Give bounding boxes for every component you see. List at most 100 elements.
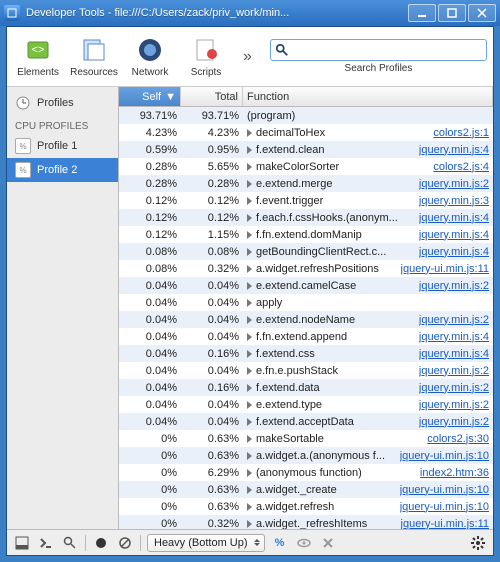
tab-network[interactable]: Network <box>125 35 175 78</box>
source-link[interactable]: jquery.min.js:4 <box>419 229 489 241</box>
table-row[interactable]: 0%0.63%a.widget.a.(anonymous f...jquery-… <box>119 447 493 464</box>
search-input[interactable] <box>293 44 482 56</box>
table-row[interactable]: 0.28%0.28%e.extend.mergejquery.min.js:2 <box>119 175 493 192</box>
source-link[interactable]: jquery-ui.min.js:11 <box>401 263 489 275</box>
source-link[interactable]: jquery.min.js:4 <box>419 212 489 224</box>
table-row[interactable]: 0.28%5.65%makeColorSortercolors2.js:4 <box>119 158 493 175</box>
table-body[interactable]: 93.71%93.71%(program)4.23%4.23%decimalTo… <box>119 107 493 529</box>
table-row[interactable]: 0.04%0.04%e.extend.typejquery.min.js:2 <box>119 396 493 413</box>
record-button[interactable] <box>92 534 110 552</box>
focus-button[interactable] <box>295 534 313 552</box>
table-row[interactable]: 0%0.63%a.widget.refreshjquery-ui.min.js:… <box>119 498 493 515</box>
expand-icon[interactable] <box>247 350 252 358</box>
table-row[interactable]: 0.04%0.04%e.extend.nodeNamejquery.min.js… <box>119 311 493 328</box>
tab-resources[interactable]: Resources <box>69 35 119 78</box>
source-link[interactable]: jquery.min.js:2 <box>419 399 489 411</box>
minimize-button[interactable] <box>408 4 436 22</box>
table-row[interactable]: 0.04%0.04%apply <box>119 294 493 311</box>
percent-toggle-button[interactable]: % <box>271 534 289 552</box>
source-link[interactable]: jquery.min.js:2 <box>419 314 489 326</box>
source-link[interactable]: colors2.js:30 <box>427 433 489 445</box>
column-header-function[interactable]: Function <box>243 87 493 106</box>
expand-icon[interactable] <box>247 435 252 443</box>
dock-button[interactable] <box>13 534 31 552</box>
expand-icon[interactable] <box>247 418 252 426</box>
expand-icon[interactable] <box>247 520 252 528</box>
view-select[interactable]: Heavy (Bottom Up) <box>147 534 265 552</box>
source-link[interactable]: jquery.min.js:2 <box>419 382 489 394</box>
table-row[interactable]: 0%6.29%(anonymous function)index2.htm:36 <box>119 464 493 481</box>
expand-icon[interactable] <box>247 401 252 409</box>
tab-elements[interactable]: <> Elements <box>13 35 63 78</box>
more-tabs-button[interactable]: » <box>237 48 258 66</box>
expand-icon[interactable] <box>247 163 252 171</box>
expand-icon[interactable] <box>247 146 252 154</box>
source-link[interactable]: jquery.min.js:2 <box>419 416 489 428</box>
sort-indicator-icon: ▼ <box>165 91 176 103</box>
source-link[interactable]: jquery-ui.min.js:10 <box>400 484 489 496</box>
expand-icon[interactable] <box>247 299 252 307</box>
expand-icon[interactable] <box>247 282 252 290</box>
expand-icon[interactable] <box>247 265 252 273</box>
expand-icon[interactable] <box>247 197 252 205</box>
maximize-button[interactable] <box>438 4 466 22</box>
expand-icon[interactable] <box>247 214 252 222</box>
source-link[interactable]: jquery.min.js:4 <box>419 144 489 156</box>
source-link[interactable]: jquery.min.js:3 <box>419 195 489 207</box>
source-link[interactable]: jquery-ui.min.js:11 <box>401 518 489 530</box>
expand-icon[interactable] <box>247 316 252 324</box>
table-row[interactable]: 0.04%0.16%f.extend.cssjquery.min.js:4 <box>119 345 493 362</box>
column-header-total[interactable]: Total <box>181 87 243 106</box>
table-row[interactable]: 0%0.63%a.widget._createjquery-ui.min.js:… <box>119 481 493 498</box>
expand-icon[interactable] <box>247 333 252 341</box>
source-link[interactable]: jquery.min.js:2 <box>419 365 489 377</box>
table-row[interactable]: 0.04%0.16%f.extend.datajquery.min.js:2 <box>119 379 493 396</box>
source-link[interactable]: index2.htm:36 <box>420 467 489 479</box>
expand-icon[interactable] <box>247 129 252 137</box>
expand-icon[interactable] <box>247 367 252 375</box>
source-link[interactable]: jquery.min.js:2 <box>419 178 489 190</box>
search-box[interactable] <box>270 39 487 61</box>
sidebar-profiles-header[interactable]: Profiles <box>7 91 118 115</box>
expand-icon[interactable] <box>247 452 252 460</box>
column-header-self[interactable]: Self▼ <box>119 87 181 106</box>
sidebar-item-profile-1[interactable]: % Profile 1 <box>7 134 118 158</box>
tab-scripts[interactable]: Scripts <box>181 35 231 78</box>
table-row[interactable]: 0.08%0.32%a.widget.refreshPositionsjquer… <box>119 260 493 277</box>
table-row[interactable]: 0%0.63%makeSortablecolors2.js:30 <box>119 430 493 447</box>
clear-button[interactable] <box>116 534 134 552</box>
table-row[interactable]: 4.23%4.23%decimalToHexcolors2.js:1 <box>119 124 493 141</box>
table-row[interactable]: 0.08%0.08%getBoundingClientRect.c...jque… <box>119 243 493 260</box>
source-link[interactable]: jquery.min.js:4 <box>419 246 489 258</box>
search-button[interactable] <box>61 534 79 552</box>
sidebar-item-profile-2[interactable]: % Profile 2 <box>7 158 118 182</box>
source-link[interactable]: colors2.js:1 <box>433 127 489 139</box>
close-button[interactable] <box>468 4 496 22</box>
expand-icon[interactable] <box>247 384 252 392</box>
source-link[interactable]: jquery-ui.min.js:10 <box>400 501 489 513</box>
console-button[interactable] <box>37 534 55 552</box>
source-link[interactable]: jquery.min.js:2 <box>419 280 489 292</box>
table-row[interactable]: 0.12%0.12%f.each.f.cssHooks.(anonym...jq… <box>119 209 493 226</box>
table-row[interactable]: 0.59%0.95%f.extend.cleanjquery.min.js:4 <box>119 141 493 158</box>
source-link[interactable]: colors2.js:4 <box>433 161 489 173</box>
source-link[interactable]: jquery.min.js:4 <box>419 348 489 360</box>
table-row[interactable]: 93.71%93.71%(program) <box>119 107 493 124</box>
table-row[interactable]: 0%0.32%a.widget._refreshItemsjquery-ui.m… <box>119 515 493 529</box>
settings-button[interactable] <box>469 534 487 552</box>
expand-icon[interactable] <box>247 469 252 477</box>
source-link[interactable]: jquery-ui.min.js:10 <box>400 450 489 462</box>
table-row[interactable]: 0.04%0.04%f.extend.acceptDatajquery.min.… <box>119 413 493 430</box>
table-row[interactable]: 0.04%0.04%e.extend.camelCasejquery.min.j… <box>119 277 493 294</box>
table-row[interactable]: 0.04%0.04%e.fn.e.pushStackjquery.min.js:… <box>119 362 493 379</box>
expand-icon[interactable] <box>247 180 252 188</box>
expand-icon[interactable] <box>247 503 252 511</box>
table-row[interactable]: 0.12%0.12%f.event.triggerjquery.min.js:3 <box>119 192 493 209</box>
table-row[interactable]: 0.12%1.15%f.fn.extend.domManipjquery.min… <box>119 226 493 243</box>
expand-icon[interactable] <box>247 248 252 256</box>
delete-button[interactable] <box>319 534 337 552</box>
expand-icon[interactable] <box>247 486 252 494</box>
expand-icon[interactable] <box>247 231 252 239</box>
source-link[interactable]: jquery.min.js:4 <box>419 331 489 343</box>
table-row[interactable]: 0.04%0.04%f.fn.extend.appendjquery.min.j… <box>119 328 493 345</box>
